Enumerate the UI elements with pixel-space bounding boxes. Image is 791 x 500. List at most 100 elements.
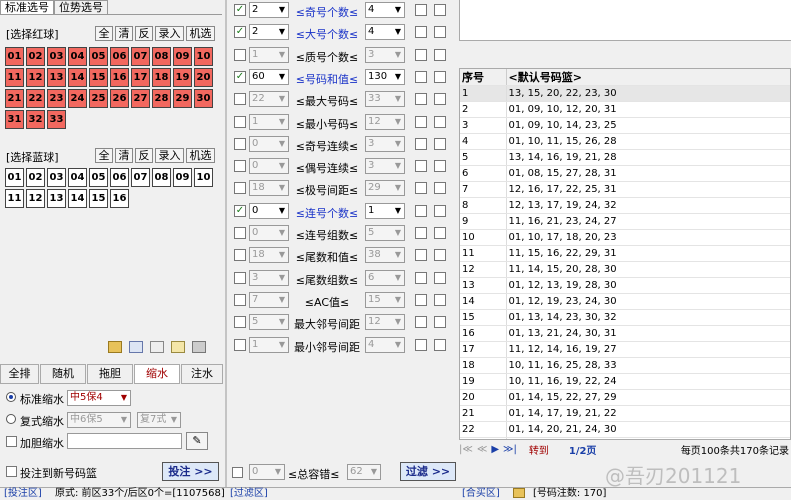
blue-ball[interactable]: 14 — [68, 189, 87, 208]
bet-button[interactable]: 投注 >> — [162, 462, 219, 481]
red-ball[interactable]: 15 — [89, 68, 108, 87]
standard-radio[interactable] — [6, 392, 16, 402]
filter-option-a-checkbox[interactable] — [415, 249, 427, 262]
filter-max-select[interactable]: 29 ▼ — [365, 180, 405, 197]
red-ball[interactable]: 03 — [47, 47, 66, 66]
complex-type-select[interactable]: 复7式 ▼ — [137, 412, 181, 428]
table-row[interactable]: 4 01, 10, 11, 15, 26, 28 — [460, 133, 790, 150]
filter-min-select[interactable]: 0 ▼ — [249, 135, 289, 152]
complex-radio[interactable] — [6, 414, 16, 424]
tab-random[interactable]: 随机 — [40, 364, 86, 384]
blue-invert-button[interactable]: 反 — [135, 148, 153, 163]
blue-ball[interactable]: 05 — [89, 168, 108, 187]
results-header-index[interactable]: 序号 — [460, 69, 507, 86]
filter-max-select[interactable]: 4 ▼ — [365, 24, 405, 41]
blue-ball[interactable]: 07 — [131, 168, 150, 187]
filter-min-select[interactable]: 1 ▼ — [249, 46, 289, 63]
filter-checkbox[interactable]: ✓ — [234, 70, 246, 83]
clipboard-icon[interactable] — [192, 341, 206, 353]
filter-checkbox[interactable] — [234, 160, 246, 173]
filter-min-select[interactable]: 3 ▼ — [249, 269, 289, 286]
blue-ball[interactable]: 01 — [5, 168, 24, 187]
paste-icon[interactable] — [150, 341, 164, 353]
table-row[interactable]: 3 01, 09, 10, 14, 23, 25 — [460, 117, 790, 134]
filter-option-b-checkbox[interactable] — [434, 271, 446, 284]
filter-min-select[interactable]: 7 ▼ — [249, 291, 289, 308]
tolerance-min-select[interactable]: 0 ▼ — [249, 464, 285, 480]
red-ball[interactable]: 26 — [110, 89, 129, 108]
blue-clear-button[interactable]: 清 — [115, 148, 133, 163]
first-page-icon[interactable]: |≪ — [459, 444, 473, 455]
blue-input-button[interactable]: 录入 — [155, 148, 184, 163]
filter-checkbox[interactable]: ✓ — [234, 204, 246, 217]
filter-max-select[interactable]: 4 ▼ — [365, 336, 405, 353]
red-ball[interactable]: 13 — [47, 68, 66, 87]
copy-icon[interactable] — [129, 341, 143, 353]
blue-ball[interactable]: 13 — [47, 189, 66, 208]
table-row[interactable]: 18 10, 11, 16, 25, 28, 33 — [460, 357, 790, 374]
red-ball[interactable]: 06 — [110, 47, 129, 66]
filter-option-a-checkbox[interactable] — [415, 160, 427, 173]
filter-checkbox[interactable] — [234, 271, 246, 284]
filter-max-select[interactable]: 3 ▼ — [365, 135, 405, 152]
blue-ball[interactable]: 06 — [110, 168, 129, 187]
red-ball[interactable]: 16 — [110, 68, 129, 87]
red-ball[interactable]: 01 — [5, 47, 24, 66]
filter-option-a-checkbox[interactable] — [415, 316, 427, 329]
table-row[interactable]: 8 12, 13, 17, 19, 24, 32 — [460, 197, 790, 214]
filter-option-a-checkbox[interactable] — [415, 227, 427, 239]
filter-option-a-checkbox[interactable] — [415, 204, 427, 217]
filter-max-select[interactable]: 33 ▼ — [365, 91, 405, 108]
table-row[interactable]: 9 11, 16, 21, 23, 24, 27 — [460, 213, 790, 230]
filter-max-select[interactable]: 12 ▼ — [365, 314, 405, 331]
filter-max-select[interactable]: 3 ▼ — [365, 46, 405, 63]
table-row[interactable]: 17 11, 12, 14, 16, 19, 27 — [460, 341, 790, 358]
filter-checkbox[interactable] — [234, 338, 246, 351]
table-row[interactable]: 10 01, 10, 17, 18, 20, 23 — [460, 229, 790, 246]
blue-ball[interactable]: 02 — [26, 168, 45, 187]
standard-shrink-select[interactable]: 中5保4 ▼ — [67, 390, 131, 406]
filter-min-select[interactable]: 18 ▼ — [249, 180, 289, 197]
red-clear-button[interactable]: 清 — [115, 26, 133, 41]
filter-checkbox[interactable] — [234, 137, 246, 150]
document-icon[interactable] — [171, 341, 185, 353]
blue-ball[interactable]: 16 — [110, 189, 129, 208]
tolerance-checkbox[interactable] — [232, 467, 243, 478]
red-ball[interactable]: 25 — [89, 89, 108, 108]
tab-shrink[interactable]: 缩水 — [134, 364, 180, 384]
filter-option-b-checkbox[interactable] — [434, 137, 446, 150]
filter-min-select[interactable]: 22 ▼ — [249, 91, 289, 108]
filter-max-select[interactable]: 12 ▼ — [365, 113, 405, 130]
tab-standard[interactable]: 标准选号 — [0, 0, 54, 14]
filter-min-select[interactable]: 2 ▼ — [249, 24, 289, 41]
red-ball[interactable]: 20 — [194, 68, 213, 87]
filter-checkbox[interactable] — [234, 115, 246, 128]
red-ball[interactable]: 22 — [26, 89, 45, 108]
folder-icon[interactable] — [513, 488, 525, 498]
red-all-button[interactable]: 全 — [95, 26, 113, 41]
bold-shrink-checkbox[interactable] — [6, 436, 17, 447]
last-page-icon[interactable]: ≫| — [503, 444, 517, 455]
filter-checkbox[interactable] — [234, 48, 246, 61]
red-random-button[interactable]: 机选 — [186, 26, 215, 41]
red-ball[interactable]: 28 — [152, 89, 171, 108]
red-ball[interactable]: 10 — [194, 47, 213, 66]
red-ball[interactable]: 32 — [26, 110, 45, 129]
goto-label[interactable]: 转到 — [529, 442, 549, 457]
filter-option-b-checkbox[interactable] — [434, 182, 446, 195]
filter-min-select[interactable]: 0 ▼ — [249, 202, 289, 219]
filter-min-select[interactable]: 18 ▼ — [249, 247, 289, 264]
table-row[interactable]: 16 01, 13, 21, 24, 30, 31 — [460, 325, 790, 342]
filter-option-b-checkbox[interactable] — [434, 26, 446, 39]
table-row[interactable]: 22 01, 14, 20, 21, 24, 30 — [460, 421, 790, 438]
red-ball[interactable]: 02 — [26, 47, 45, 66]
filter-min-select[interactable]: 2 ▼ — [249, 2, 289, 18]
filter-button[interactable]: 过滤 >> — [400, 462, 456, 481]
red-ball[interactable]: 08 — [152, 47, 171, 66]
prev-page-icon[interactable]: ≪ — [477, 444, 487, 455]
red-ball[interactable]: 30 — [194, 89, 213, 108]
filter-checkbox[interactable]: ✓ — [234, 4, 246, 16]
complex-shrink-select[interactable]: 中6保5 ▼ — [67, 412, 131, 428]
blue-ball[interactable]: 12 — [26, 189, 45, 208]
table-row[interactable]: 7 12, 16, 17, 22, 25, 31 — [460, 181, 790, 198]
